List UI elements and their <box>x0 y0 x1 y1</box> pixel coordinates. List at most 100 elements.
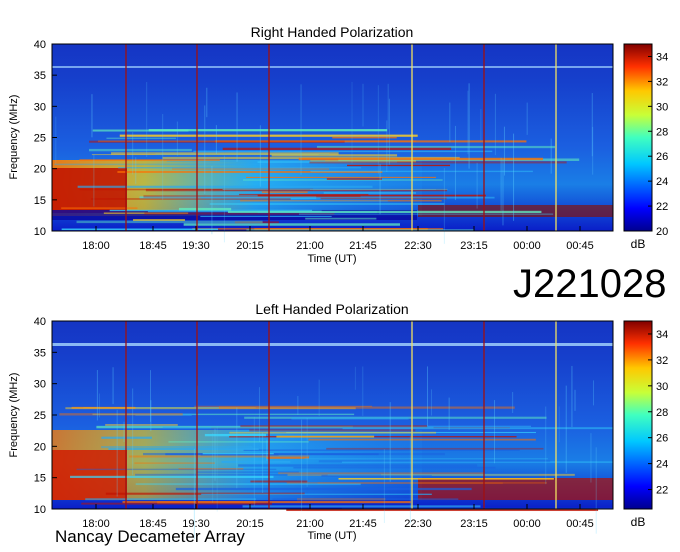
heatmap-stripe <box>200 215 332 217</box>
heatmap-stripe <box>92 129 189 132</box>
y-tick-label: 35 <box>34 70 46 82</box>
heatmap-stripe <box>323 192 416 194</box>
heatmap-burst <box>493 400 495 464</box>
colorbar-tick-label: 20 <box>656 226 668 238</box>
heatmap-burst <box>502 159 504 226</box>
heatmap-stripe <box>229 431 437 434</box>
heatmap-burst <box>135 157 137 184</box>
heatmap-burst <box>494 93 496 156</box>
heatmap-burst <box>362 83 364 127</box>
heatmap-stripe <box>318 460 551 463</box>
heatmap-stripe <box>338 478 554 480</box>
heatmap-burst <box>214 428 216 481</box>
colorbar-tick-label: 30 <box>656 101 668 113</box>
y-tick-label: 30 <box>34 101 46 113</box>
heatmap-burst <box>132 388 134 476</box>
x-tick-label: 00:00 <box>513 240 541 252</box>
heatmap-burst <box>476 162 478 209</box>
y-axis-label: Frequency (MHz) <box>8 373 20 458</box>
heatmap-burst <box>99 393 101 418</box>
colorbar-tick-label: 22 <box>656 201 668 213</box>
y-axis-label: Frequency (MHz) <box>8 95 20 180</box>
heatmap-stripe <box>70 475 274 478</box>
heatmap-burst <box>386 120 388 173</box>
heatmap-stripe <box>327 474 540 476</box>
heatmap-stripe <box>218 406 515 409</box>
heatmap-stripe <box>183 223 400 226</box>
y-tick-label: 25 <box>34 133 46 145</box>
heatmap-burst <box>591 93 593 157</box>
heatmap-stripe <box>200 196 495 199</box>
heatmap-hot-region <box>52 450 127 500</box>
y-tick-label: 20 <box>34 441 46 453</box>
x-tick-label: 18:00 <box>82 240 110 252</box>
heatmap-stripe <box>108 448 259 450</box>
colorbar-tick-label: 30 <box>656 381 668 393</box>
heatmap-burst <box>550 138 552 174</box>
x-tick-label: 22:30 <box>404 518 432 530</box>
heatmap-stripe <box>209 202 445 205</box>
y-tick-label: 20 <box>34 164 46 176</box>
heatmap-burst <box>379 164 381 215</box>
heatmap-stripe <box>59 413 183 416</box>
heatmap-stripe <box>246 229 474 231</box>
y-tick-label: 15 <box>34 195 46 207</box>
heatmap-burst <box>503 126 505 176</box>
heatmap-stripe <box>196 150 302 153</box>
heatmap-hot-region <box>52 168 127 213</box>
heatmap-stripe <box>298 213 554 215</box>
heatmap-stripe <box>77 185 373 188</box>
heatmap-burst <box>574 389 576 411</box>
heatmap-burst <box>545 406 547 485</box>
heatmap-stripe <box>239 193 369 196</box>
x-tick-label: 21:45 <box>349 240 377 252</box>
heatmap-burst <box>150 400 152 432</box>
heatmap-burst <box>354 366 356 390</box>
heatmap-burst <box>448 397 450 430</box>
heatmap-burst <box>595 447 597 534</box>
heatmap-rfi-line <box>52 343 613 346</box>
left-polarization-panel: Left Handed Polarization 10152025303540 … <box>8 301 668 542</box>
colorbar-tick-label: 26 <box>656 151 668 163</box>
heatmap-stripe <box>201 493 432 496</box>
right-polarization-panel: Right Handed Polarization 10 15 20 25 30 35 40… <box>8 24 668 265</box>
x-tick-label: 18:45 <box>139 240 167 252</box>
heatmap-stripe <box>134 462 215 464</box>
heatmap-burst <box>91 94 93 138</box>
heatmap-burst <box>206 87 208 118</box>
heatmap-stripe <box>54 163 265 166</box>
heatmap-stripe <box>246 176 436 178</box>
heatmap-burst <box>449 102 451 143</box>
heatmap-stripe <box>85 498 257 501</box>
heatmap-burst <box>377 85 379 175</box>
heatmap-stripe <box>118 167 362 169</box>
heatmap-stripe <box>175 487 472 491</box>
heatmap-stripe <box>98 140 417 143</box>
x-tick-label: 19:30 <box>182 240 210 252</box>
x-tick-label: 00:00 <box>513 518 541 530</box>
heatmap-burst <box>306 417 308 487</box>
x-tick-label: 21:00 <box>296 240 324 252</box>
chart-title: Right Handed Polarization <box>251 24 414 40</box>
heatmap-stripe <box>222 147 452 151</box>
x-tick-label: 22:30 <box>404 240 432 252</box>
heatmap-burst <box>176 121 178 156</box>
heatmap-burst <box>426 366 428 427</box>
heatmap-burst <box>93 154 95 207</box>
colorbar-tick-label: 28 <box>656 407 668 419</box>
y-tick-label: 30 <box>34 379 46 391</box>
x-tick-label: 21:45 <box>349 518 377 530</box>
heatmap-burst <box>467 90 469 155</box>
heatmap-stripe <box>308 438 536 441</box>
heatmap-rfi-line <box>52 66 613 68</box>
y-tick-label: 25 <box>34 410 46 422</box>
heatmap-stripe <box>309 161 567 164</box>
colorbar <box>623 43 653 232</box>
heatmap-burst <box>96 369 98 421</box>
heatmap-stripe <box>221 461 291 463</box>
x-axis-label: Time (UT) <box>307 253 356 265</box>
colorbar-tick-label: 32 <box>656 76 668 88</box>
heatmap-burst <box>216 426 218 512</box>
heatmap-burst <box>236 407 238 489</box>
colorbar <box>623 320 653 510</box>
